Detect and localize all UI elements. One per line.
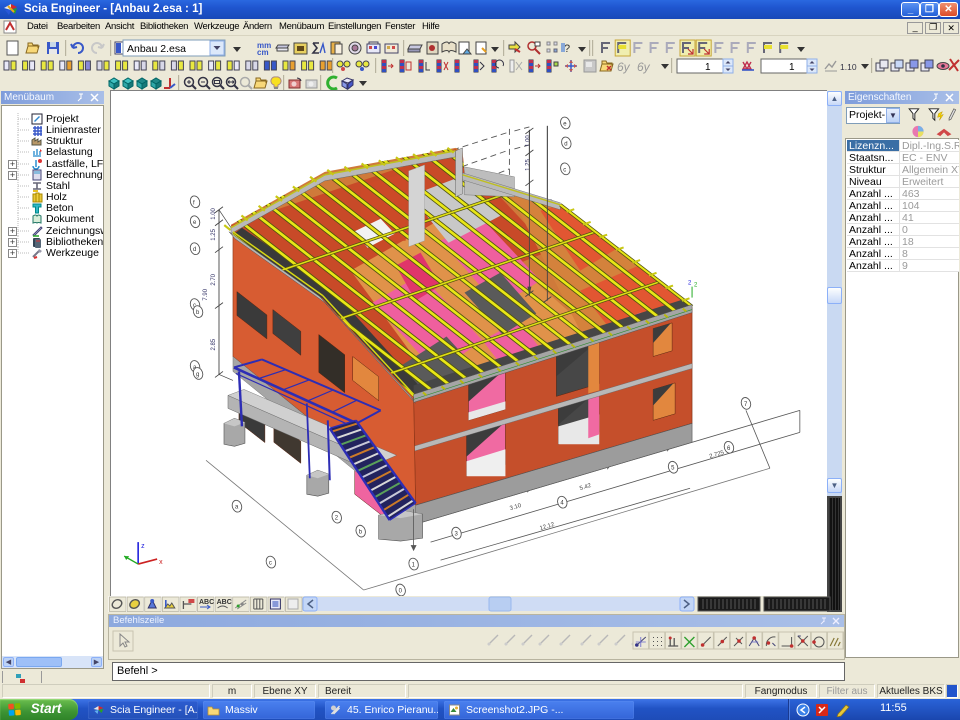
svg-text:2: 2 — [694, 283, 698, 289]
svg-text:2.70: 2.70 — [211, 273, 217, 285]
svg-text:7.90: 7.90 — [203, 288, 209, 300]
svg-text:1.00: 1.00 — [525, 135, 531, 147]
svg-text:1.10: 1.10 — [840, 62, 857, 72]
svg-text:c: c — [269, 561, 272, 567]
svg-text:ABC: ABC — [199, 599, 214, 606]
svg-text:2.85: 2.85 — [211, 338, 217, 350]
svg-text:2: 2 — [688, 281, 692, 287]
svg-text:cm: cm — [257, 48, 269, 57]
svg-text:x: x — [159, 559, 163, 566]
svg-text:6y: 6y — [637, 60, 651, 74]
svg-text:c: c — [563, 167, 566, 173]
svg-text:d: d — [193, 247, 196, 253]
svg-text:6y: 6y — [617, 60, 631, 74]
svg-text:d: d — [564, 141, 567, 147]
svg-text:ABC: ABC — [217, 599, 232, 606]
svg-text:12.12: 12.12 — [539, 522, 556, 532]
svg-text:3.10: 3.10 — [509, 503, 523, 512]
svg-text:1: 1 — [705, 62, 711, 73]
svg-text:1.00: 1.00 — [211, 207, 217, 219]
svg-text:2.725: 2.725 — [709, 450, 726, 460]
svg-text:1.25: 1.25 — [525, 159, 531, 171]
svg-text:1: 1 — [789, 62, 795, 73]
svg-text:1.25: 1.25 — [211, 228, 217, 240]
svg-text:g: g — [196, 372, 199, 378]
svg-text:z: z — [141, 543, 145, 550]
svg-text:Anbau 2.esa: Anbau 2.esa — [127, 43, 186, 55]
svg-text:5.42: 5.42 — [579, 483, 593, 492]
